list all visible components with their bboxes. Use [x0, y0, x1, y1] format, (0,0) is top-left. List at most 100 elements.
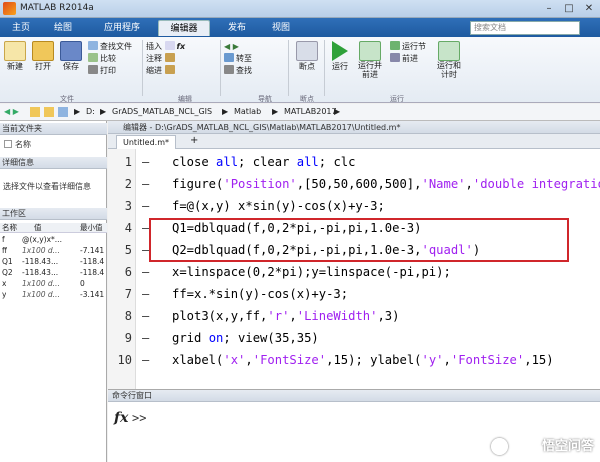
path-drive[interactable]: D: — [86, 107, 95, 116]
details-text: 选择文件以查看详细信息 — [3, 182, 91, 191]
path-part[interactable]: GrADS_MATLAB_NCL_GIS — [112, 107, 212, 116]
save-icon — [60, 41, 82, 61]
minimize-button[interactable]: – — [540, 2, 558, 15]
line-number: 10 — [117, 353, 132, 367]
tab-apps[interactable]: 应用程序 — [96, 20, 148, 36]
arrow-left-icon: ◀ — [224, 42, 231, 51]
command-prompt: >> — [132, 411, 147, 425]
code-line[interactable]: figure('Position',[50,50,600,500],'Name'… — [172, 177, 600, 191]
line-number: 1 — [124, 155, 132, 169]
current-folder-col-name[interactable]: 名称 — [4, 139, 31, 150]
editor-tabs: Untitled.m* + — [108, 134, 600, 149]
close-button[interactable]: ✕ — [580, 2, 598, 15]
run-advance-icon — [359, 41, 381, 61]
watermark: 悟空问答 — [541, 439, 594, 454]
fx-icon: fx — [176, 42, 186, 51]
editor-header: 编辑器 - D:\GrADS_MATLAB_NCL_GIS\Matlab\MAT… — [108, 121, 600, 134]
tab-plots[interactable]: 绘图 — [46, 20, 80, 36]
run-section-icon — [390, 41, 400, 50]
printer-icon — [88, 65, 98, 74]
details-header[interactable]: 详细信息 — [0, 157, 107, 169]
advance-button[interactable]: 前进 — [390, 53, 434, 65]
col-min[interactable]: 最小值 — [80, 223, 103, 233]
find-button[interactable]: 查找 — [224, 65, 284, 77]
tab-home[interactable]: 主页 — [4, 20, 38, 36]
workspace-header[interactable]: 工作区 — [0, 208, 107, 220]
table-row[interactable]: y 1x100 d... -3.141 — [0, 290, 107, 300]
arrow-right-icon: ▶ — [232, 42, 239, 51]
workspace-col-header: 名称 值 最小值 — [0, 223, 107, 233]
line-number: 9 — [124, 331, 132, 345]
tab-publish[interactable]: 发布 — [220, 20, 254, 36]
back-forward-buttons[interactable]: ◀ ▶ — [224, 41, 284, 53]
insert-button[interactable]: 插入 fx — [146, 41, 216, 53]
compare-icon — [88, 53, 98, 62]
run-advance-button[interactable]: 运行并前进 — [356, 41, 384, 79]
run-time-button[interactable]: 运行和计时 — [436, 41, 462, 79]
search-icon — [224, 65, 234, 74]
line-number: 7 — [124, 287, 132, 301]
fx-icon[interactable]: fx — [114, 410, 128, 426]
table-row[interactable]: ff 1x100 d... -7.141 — [0, 246, 107, 256]
search-docs-input[interactable]: 搜索文档 — [470, 21, 580, 35]
maximize-button[interactable]: □ — [560, 2, 578, 15]
goto-button[interactable]: 转至 — [224, 53, 284, 65]
editor-tab-untitled[interactable]: Untitled.m* — [116, 135, 176, 149]
ribbon-toolbar: 新建 打开 保存 查找文件 比较 打印 文件 插入 fx 注释 缩进 编辑 ◀ … — [0, 37, 600, 103]
table-row[interactable]: x 1x100 d... 0 — [0, 279, 107, 289]
tab-view[interactable]: 视图 — [264, 20, 298, 36]
path-part[interactable]: MATLAB2017 — [284, 107, 337, 116]
code-line[interactable]: ff=x.*sin(y)-cos(x)+y-3; — [172, 287, 348, 301]
current-folder-header[interactable]: 当前文件夹 — [0, 123, 107, 135]
col-value[interactable]: 值 — [34, 223, 42, 233]
path-sep: ▶ — [74, 107, 81, 116]
run-section-button[interactable]: 运行节 — [390, 41, 434, 53]
run-button[interactable]: 运行 — [328, 41, 352, 72]
open-button[interactable]: 打开 — [31, 41, 55, 72]
play-icon — [332, 41, 348, 61]
left-panel: 当前文件夹 名称 详细信息 选择文件以查看详细信息 工作区 名称 值 最小值 f… — [0, 121, 107, 462]
code-line[interactable]: grid on; view(35,35) — [172, 331, 319, 345]
code-line[interactable]: f=@(x,y) x*sin(y)-cos(x)+y-3; — [172, 199, 385, 213]
folder-icon[interactable] — [30, 107, 40, 117]
advance-icon — [390, 53, 400, 62]
breakpoints-button[interactable]: 断点 — [293, 41, 321, 72]
highlight-box — [149, 218, 569, 262]
line-number: 3 — [124, 199, 132, 213]
compare-button[interactable]: 比较 — [88, 53, 140, 65]
code-line[interactable]: close all; clear all; clc — [172, 155, 355, 169]
new-button[interactable]: 新建 — [3, 41, 27, 72]
command-window[interactable]: 命令行窗口 fx >> 悟空问答 — [108, 389, 600, 462]
print-button[interactable]: 打印 — [88, 65, 140, 77]
code-line[interactable]: x=linspace(0,2*pi);y=linspace(-pi,pi); — [172, 265, 451, 279]
find-files-icon — [88, 41, 98, 50]
indent-button[interactable]: 缩进 — [146, 65, 216, 77]
code-line[interactable]: xlabel('x','FontSize',15); ylabel('y','F… — [172, 353, 554, 367]
run-time-icon — [438, 41, 460, 61]
matlab-logo-icon — [3, 2, 16, 15]
table-row[interactable]: f @(x,y)x*... — [0, 235, 107, 245]
save-button[interactable]: 保存 — [59, 41, 83, 72]
command-window-header: 命令行窗口 — [108, 390, 600, 402]
path-bar: ◀ ▶ ▶ D: ▶ GrADS_MATLAB_NCL_GIS ▶ Matlab… — [0, 104, 600, 121]
table-row[interactable]: Q1 -118.43... -118.4 — [0, 257, 107, 267]
line-number: 4 — [124, 221, 132, 235]
add-tab-button[interactable]: + — [190, 135, 198, 146]
new-file-icon — [4, 41, 26, 61]
comment-icon — [164, 53, 175, 62]
folder-icon — [32, 41, 54, 61]
col-name[interactable]: 名称 — [2, 223, 17, 233]
indent-icon — [164, 65, 175, 74]
line-number: 5 — [124, 243, 132, 257]
folder-up-icon[interactable] — [44, 107, 54, 117]
breakpoint-icon — [296, 41, 318, 61]
path-part[interactable]: Matlab — [234, 107, 261, 116]
tab-editor[interactable]: 编辑器 — [158, 20, 210, 36]
comment-button[interactable]: 注释 — [146, 53, 216, 65]
browse-folder-icon[interactable] — [58, 107, 68, 117]
table-row[interactable]: Q2 -118.43... -118.4 — [0, 268, 107, 278]
goto-icon — [224, 53, 234, 62]
nav-back-icon[interactable]: ◀ ▶ — [4, 107, 19, 116]
code-line[interactable]: plot3(x,y,ff,'r','LineWidth',3) — [172, 309, 399, 323]
find-files-button[interactable]: 查找文件 — [88, 41, 140, 53]
